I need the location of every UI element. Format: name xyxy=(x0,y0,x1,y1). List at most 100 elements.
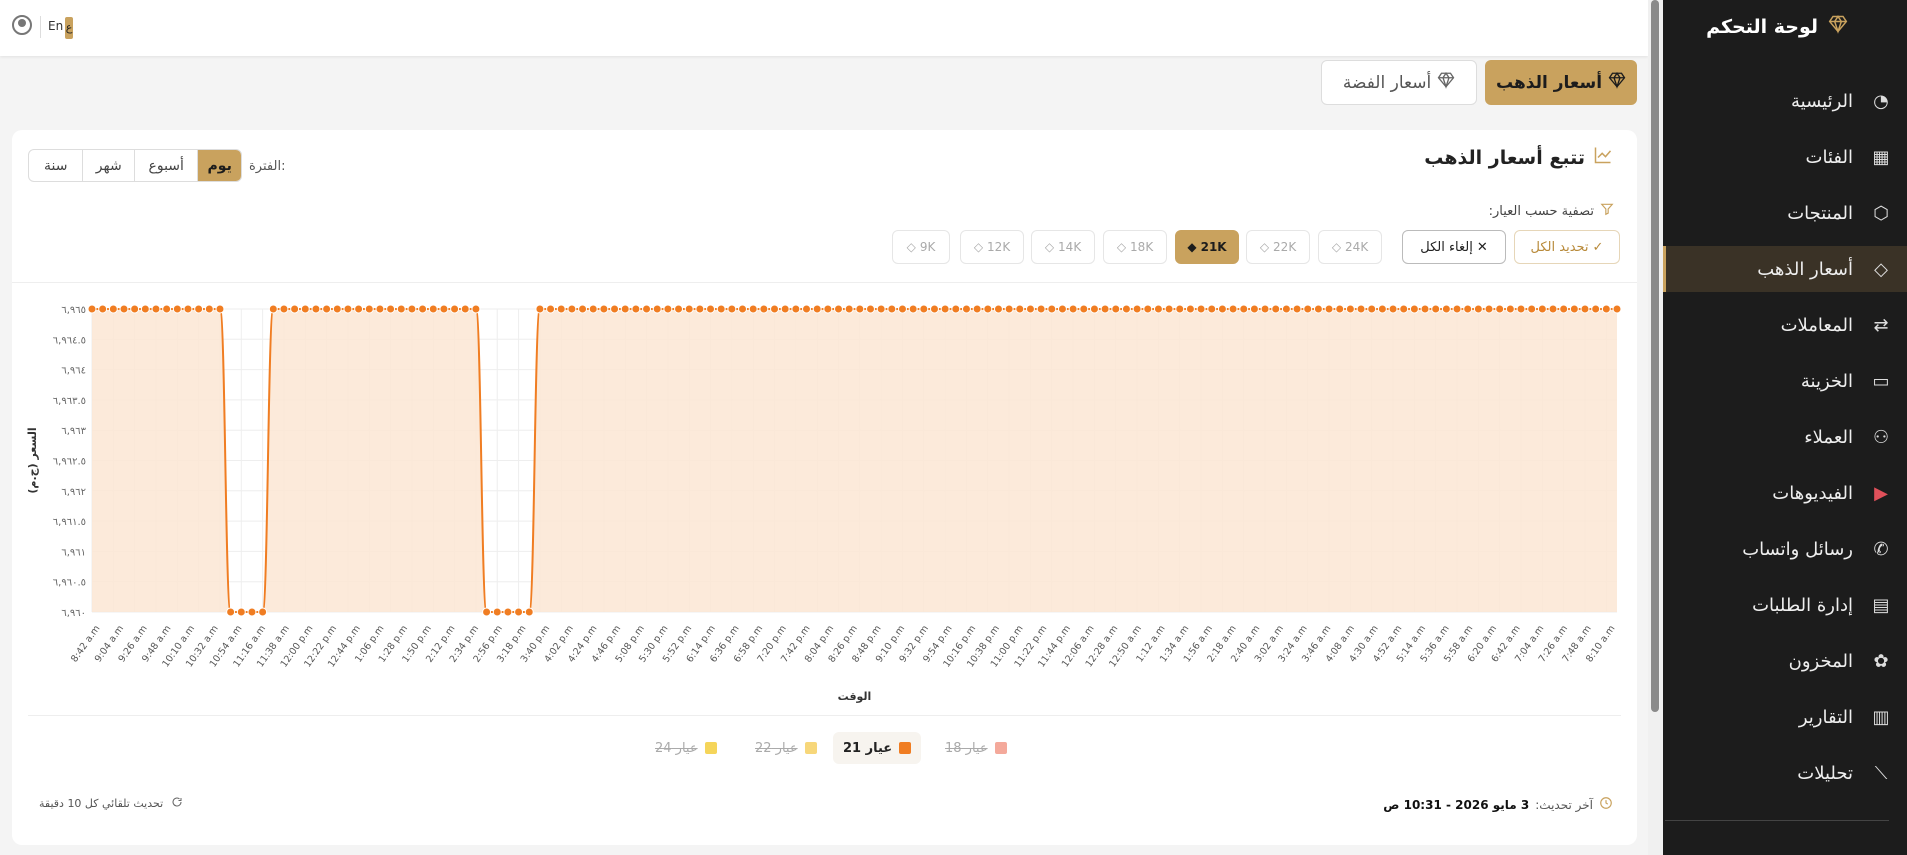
data-point xyxy=(1367,304,1377,314)
period-year[interactable]: سنة xyxy=(29,150,82,181)
data-point xyxy=(1335,304,1345,314)
sidebar-item-2[interactable]: ⬡ المنتجات xyxy=(1663,190,1907,236)
transfer-icon: ⇄ xyxy=(1873,314,1889,336)
gold-price-chart: ٦,٩٦٥ ٦,٩٦٤.٥ ٦,٩٦٤ ٦,٩٦٣.٥ ٦,٩٦٣ ٦,٩٦٢.٥ ٦,٩٦… xyxy=(26,304,1622,703)
data-point xyxy=(450,304,460,314)
data-point xyxy=(1089,304,1099,314)
sidebar-item-8[interactable]: ✆ رسائل واتساب xyxy=(1663,526,1907,572)
sidebar-item-9[interactable]: ▤ إدارة الطلبات xyxy=(1663,582,1907,628)
line-chart-icon xyxy=(1593,145,1613,170)
folder-icon: ▭ xyxy=(1872,370,1890,392)
sidebar-item-label: إدارة الطلبات xyxy=(1752,594,1853,616)
card-divider xyxy=(12,282,1637,283)
data-point xyxy=(1601,304,1611,314)
data-point xyxy=(663,304,673,314)
data-point xyxy=(834,304,844,314)
data-point xyxy=(1591,304,1601,314)
data-point xyxy=(354,304,364,314)
data-point xyxy=(1388,304,1398,314)
data-point xyxy=(738,304,748,314)
data-point xyxy=(1047,304,1057,314)
gem-icon: ◇ xyxy=(1331,240,1342,254)
tab-gold-prices[interactable]: أسعار الذهب xyxy=(1485,60,1637,105)
data-point xyxy=(1153,304,1163,314)
legend-item-21k[interactable]: عيار 21 xyxy=(833,732,922,764)
sidebar-item-0[interactable]: ◔ الرئيسية xyxy=(1663,78,1907,124)
data-point xyxy=(140,304,150,314)
legend-item-24k[interactable]: عيار 24 xyxy=(645,732,727,764)
data-point xyxy=(258,607,268,617)
data-point xyxy=(1495,304,1505,314)
user-avatar-icon[interactable] xyxy=(12,15,32,35)
legend-swatch xyxy=(704,742,717,754)
tab-silver-prices[interactable]: أسعار الفضة xyxy=(1321,60,1477,105)
legend-label: عيار 22 xyxy=(755,740,798,756)
karat-filter-label-text: تصفية حسب العيار: xyxy=(1488,203,1594,219)
data-point xyxy=(1484,304,1494,314)
tab-silver-label: أسعار الفضة xyxy=(1342,72,1432,93)
karat-chip-14k[interactable]: ◇ 14K xyxy=(1031,230,1095,264)
data-point xyxy=(556,304,566,314)
data-point xyxy=(1015,304,1025,314)
y-tick-label: ٦,٩٦٣ xyxy=(61,426,86,437)
period-label: الفترة: xyxy=(249,159,286,174)
data-point xyxy=(1303,304,1313,314)
karat-chip-label: 12K xyxy=(987,240,1011,254)
users-icon: ⚇ xyxy=(1872,426,1890,448)
data-point xyxy=(471,304,481,314)
legend-item-22k[interactable]: عيار 22 xyxy=(745,732,827,764)
data-point xyxy=(727,304,737,314)
clear-all-button[interactable]: إلغاء الكل ✕ xyxy=(1402,230,1506,264)
karat-chip-label: 21K xyxy=(1200,240,1227,254)
karat-chip-label: 14K xyxy=(1058,240,1082,254)
sidebar-item-3[interactable]: ◇ أسعار الذهب xyxy=(1663,246,1907,292)
data-point xyxy=(1377,304,1387,314)
check-icon: ✓ xyxy=(1592,239,1604,255)
series-area-21k xyxy=(92,309,1617,612)
data-point xyxy=(961,304,971,314)
data-point xyxy=(983,304,993,314)
sidebar-item-label: المعاملات xyxy=(1780,314,1853,336)
sidebar-item-12[interactable]: ⟋ تحليلات xyxy=(1663,750,1907,796)
data-point xyxy=(1111,304,1121,314)
data-point xyxy=(482,607,492,617)
data-point xyxy=(1132,304,1142,314)
sidebar-item-1[interactable]: ▦ الفئات xyxy=(1663,134,1907,180)
data-point xyxy=(1004,304,1014,314)
sidebar-title[interactable]: لوحة التحكم xyxy=(1706,14,1848,39)
filter-icon xyxy=(1600,202,1614,220)
sidebar-item-7[interactable]: ▶ الفيديوهات xyxy=(1663,470,1907,516)
y-tick-label: ٦,٩٦١.٥ xyxy=(53,517,86,528)
data-point xyxy=(951,304,961,314)
language-ar-button[interactable]: ع xyxy=(65,17,73,39)
sidebar-item-11[interactable]: ▥ التقارير xyxy=(1663,694,1907,740)
karat-chip-21k[interactable]: ◆ 21K xyxy=(1175,230,1239,264)
sidebar-item-4[interactable]: ⇄ المعاملات xyxy=(1663,302,1907,348)
sidebar-item-5[interactable]: ▭ الخزينة xyxy=(1663,358,1907,404)
page-scrollbar-thumb[interactable] xyxy=(1651,0,1659,712)
data-point xyxy=(1612,304,1622,314)
data-point xyxy=(1068,304,1078,314)
karat-chip-24k[interactable]: ◇ 24K xyxy=(1318,230,1382,264)
data-point xyxy=(1431,304,1441,314)
period-week[interactable]: أسبوع xyxy=(134,150,197,181)
legend-item-18k[interactable]: عيار 18 xyxy=(935,732,1017,764)
data-point xyxy=(1452,304,1462,314)
auto-refresh-text: تحديث تلقائي كل 10 دقيقة xyxy=(39,797,164,810)
data-point xyxy=(1409,304,1419,314)
karat-chip-22k[interactable]: ◇ 22K xyxy=(1246,230,1310,264)
period-day[interactable]: يوم xyxy=(197,150,241,181)
language-en-button[interactable]: En xyxy=(48,19,63,33)
karat-chip-12k[interactable]: ◇ 12K xyxy=(960,230,1024,264)
gem-icon: ◇ xyxy=(1044,240,1055,254)
data-point xyxy=(972,304,982,314)
last-update-value: 3 مايو 2026 - 10:31 ص xyxy=(1383,797,1530,812)
period-month[interactable]: شهر xyxy=(82,150,134,181)
data-point xyxy=(993,304,1003,314)
sidebar-item-10[interactable]: ✿ المخزون xyxy=(1663,638,1907,684)
stock-icon: ✿ xyxy=(1873,650,1889,672)
select-all-button[interactable]: تحديد الكل ✓ xyxy=(1514,230,1620,264)
sidebar-item-6[interactable]: ⚇ العملاء xyxy=(1663,414,1907,460)
karat-chip-18k[interactable]: ◇ 18K xyxy=(1103,230,1167,264)
karat-chip-9k[interactable]: ◇ 9K xyxy=(892,230,950,264)
